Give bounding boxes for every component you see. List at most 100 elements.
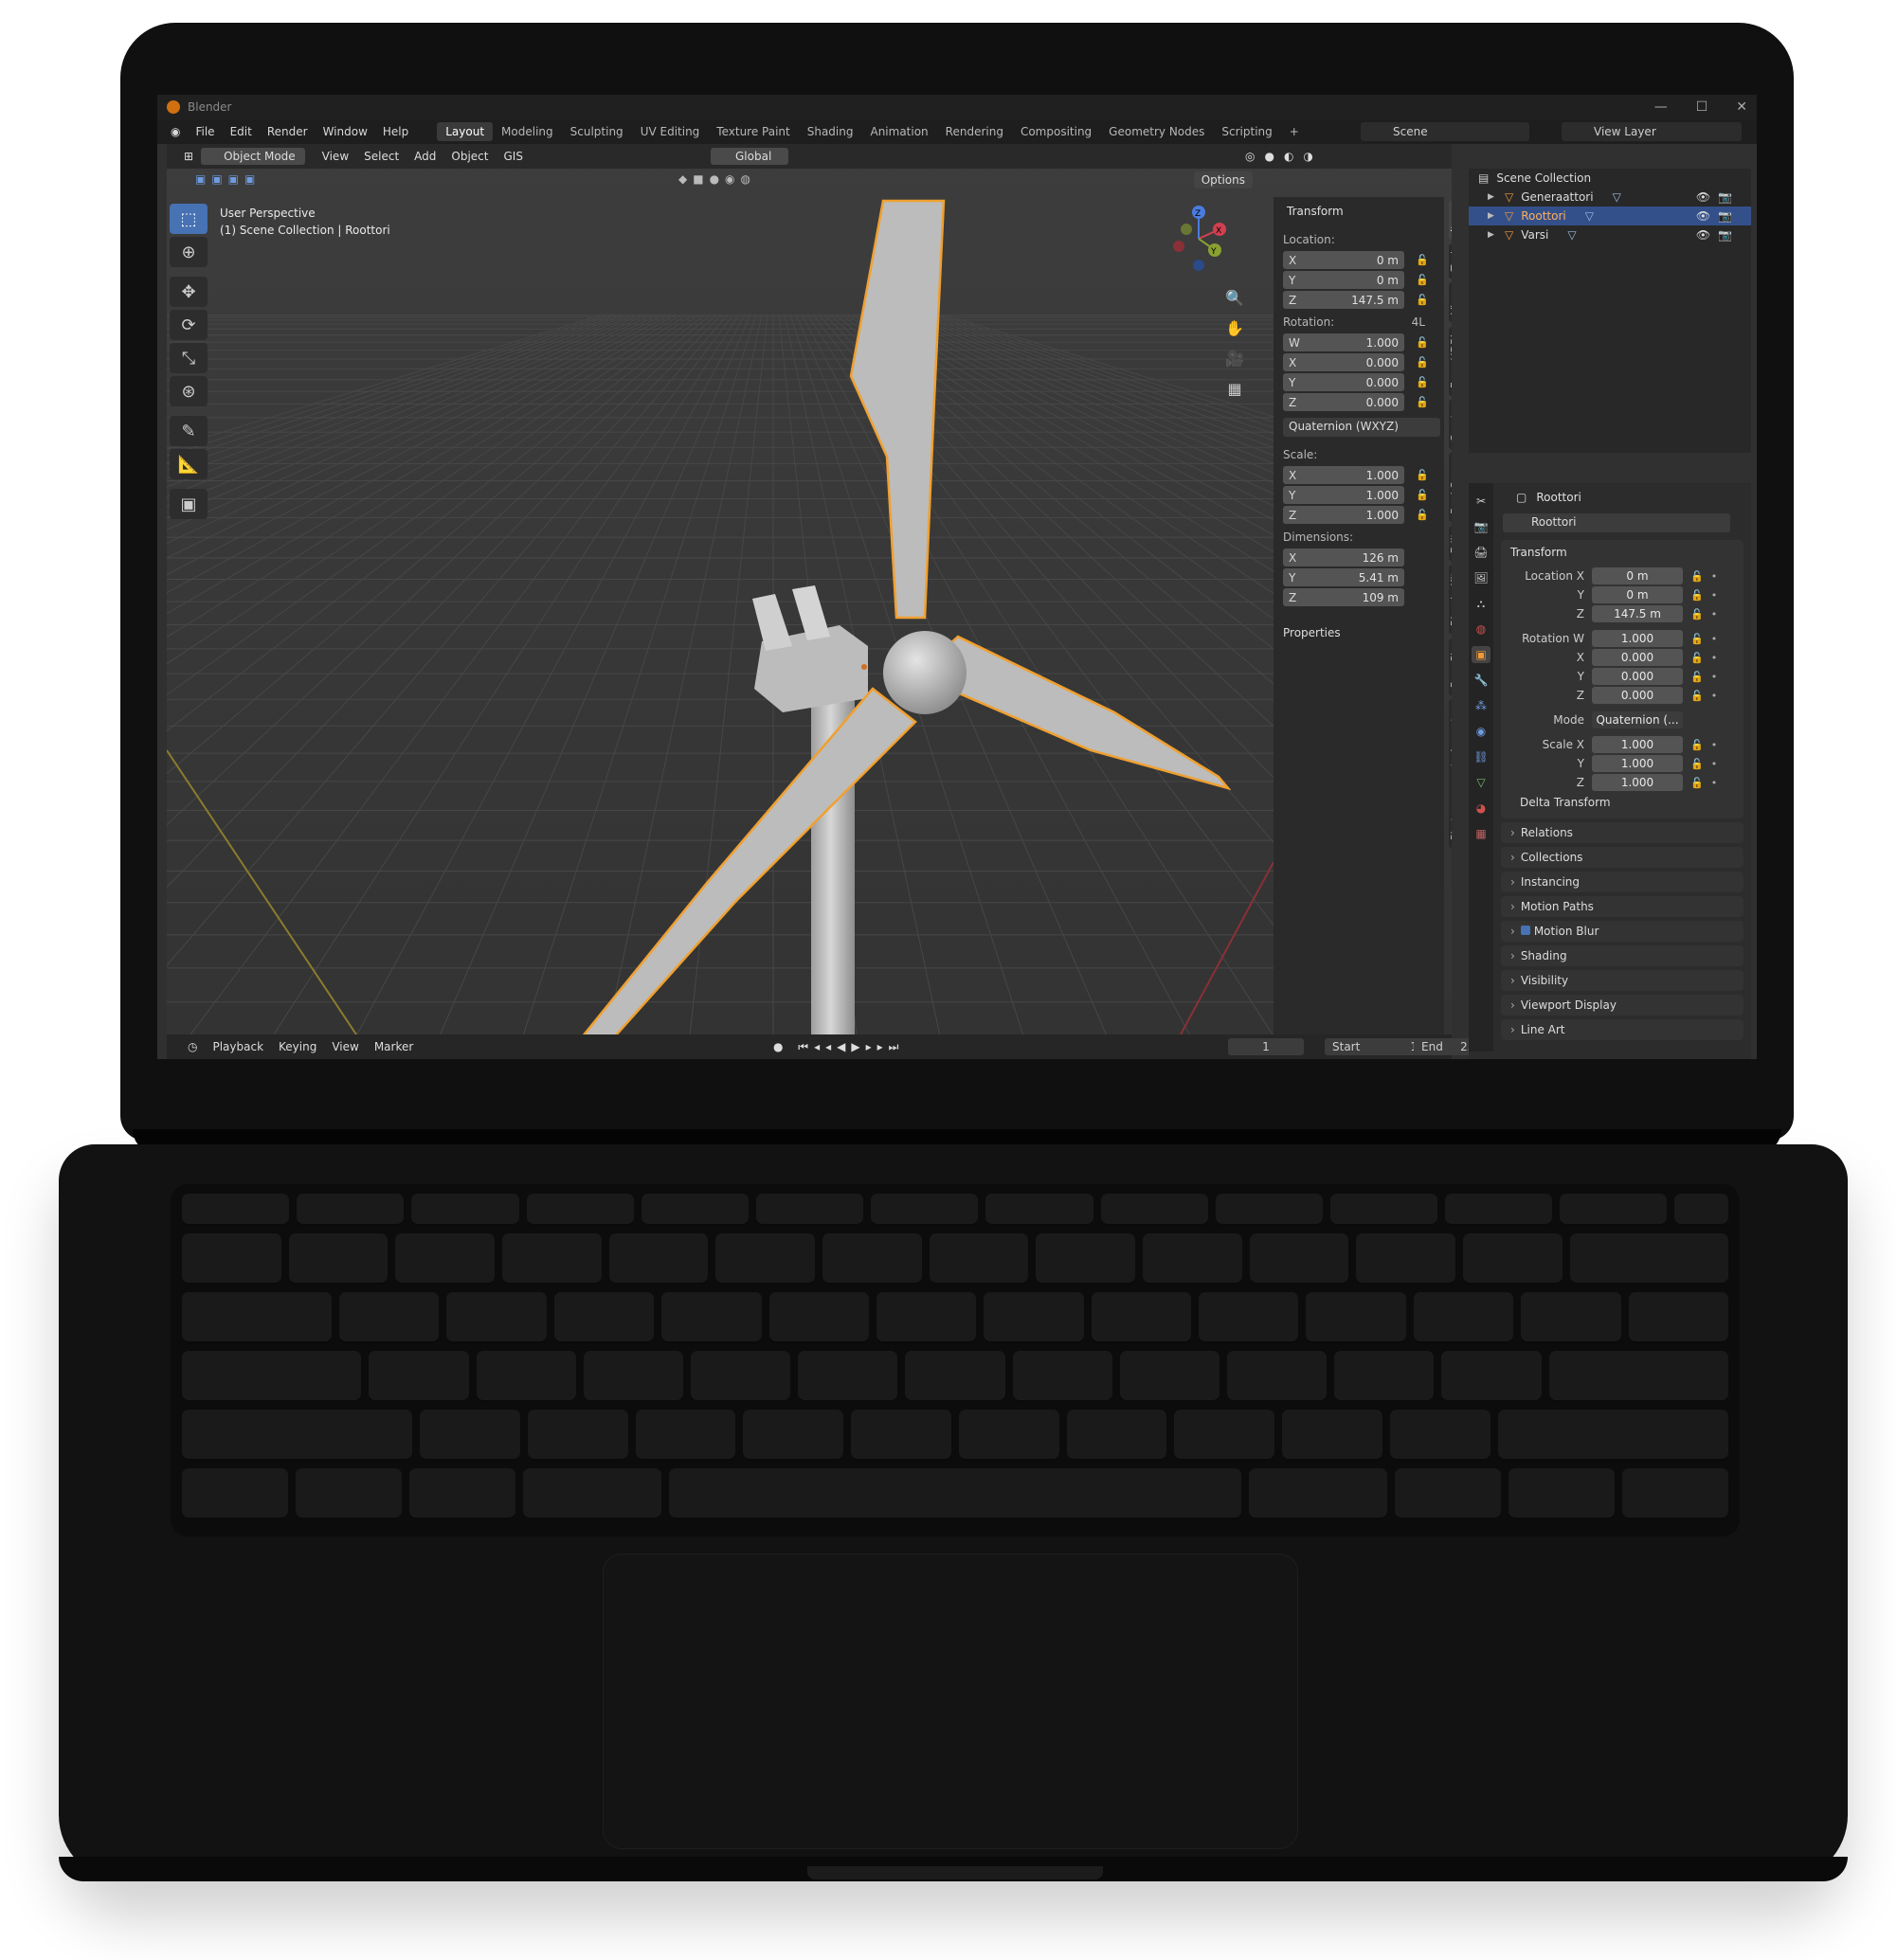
expand-arrow-icon[interactable]: ▶ <box>1488 192 1497 202</box>
close-button[interactable]: ✕ <box>1736 99 1747 115</box>
move-icon[interactable]: ✥ <box>170 277 208 307</box>
sidebar-tab[interactable]: Item <box>1449 201 1452 241</box>
lock-icon[interactable]: 🔓 <box>1416 274 1429 286</box>
viewport-menu-object[interactable]: Object <box>443 148 496 165</box>
lock-icon[interactable]: 🔓 <box>1416 396 1429 408</box>
rotate-icon[interactable]: ⟳ <box>170 310 208 340</box>
timeline-menu-keying[interactable]: Keying <box>271 1040 324 1053</box>
tab-geometry-nodes[interactable]: Geometry Nodes <box>1100 122 1213 141</box>
collapsed-panel[interactable]: › Line Art <box>1501 1019 1743 1040</box>
outliner-scene-collection[interactable]: ▤ Scene Collection <box>1469 169 1751 188</box>
zoom-icon[interactable]: 🔍 <box>1222 286 1247 309</box>
options-button[interactable]: Options <box>1193 171 1253 189</box>
editor-type-icon[interactable]: ⊞ <box>176 148 201 165</box>
rotation-field[interactable]: W 1.000 <box>1283 333 1404 351</box>
keyframe-lock-icon[interactable]: 🔓• <box>1690 589 1725 602</box>
sidebar-tab[interactable]: Tool <box>1449 243 1452 279</box>
add-cube-icon[interactable]: ▣ <box>170 489 208 519</box>
sidebar-tab[interactable]: Create <box>1449 399 1452 450</box>
collapsed-panel[interactable]: › Motion Paths <box>1501 896 1743 917</box>
lock-icon[interactable]: 🔓 <box>1416 376 1429 388</box>
outliner-item[interactable]: ▶ ▽ Varsi ▽ 👁📷 <box>1469 225 1751 244</box>
menu-edit[interactable]: Edit <box>223 125 260 138</box>
current-frame-field[interactable]: 1 <box>1228 1038 1304 1055</box>
dimension-field[interactable]: Y 5.41 m <box>1283 568 1404 586</box>
measure-icon[interactable]: 📐 <box>170 449 208 479</box>
cursor-icon[interactable]: ⊕ <box>170 237 208 267</box>
lock-icon[interactable]: 🔓 <box>1416 469 1429 481</box>
tab-layout[interactable]: Layout <box>437 122 494 141</box>
tab-compositing[interactable]: Compositing <box>1012 122 1100 141</box>
timeline-editor-icon[interactable]: ◷ <box>180 1040 205 1053</box>
object-name-field[interactable]: Roottori <box>1503 513 1730 532</box>
output-tab-icon[interactable]: 🖨 <box>1472 544 1490 561</box>
collapsed-panel[interactable]: › Visibility <box>1501 970 1743 991</box>
collapsed-panel[interactable]: › Relations <box>1501 822 1743 843</box>
visibility-toggle-icon[interactable]: 👁📷 <box>1696 190 1740 204</box>
viewport-menu-view[interactable]: View <box>315 148 356 165</box>
transform-icon[interactable]: ⊛ <box>170 376 208 406</box>
filter-icons[interactable]: ◆■●◉◍ <box>678 172 756 186</box>
tab-sculpting[interactable]: Sculpting <box>562 122 632 141</box>
orientation-selector[interactable]: Global <box>711 148 789 165</box>
keyframe-lock-icon[interactable]: 🔓• <box>1690 633 1725 645</box>
dimension-field[interactable]: Z 109 m <box>1283 588 1404 606</box>
view-layer-tab-icon[interactable]: 🖼 <box>1472 569 1490 586</box>
navigation-gizmo[interactable]: X Z Y <box>1165 201 1232 277</box>
lock-icon[interactable]: 🔓 <box>1416 254 1429 266</box>
rotation-field[interactable]: Z 0.000 <box>1283 393 1404 411</box>
location-value[interactable]: 0 m <box>1592 586 1683 603</box>
select-mode-icons[interactable]: ▣▣▣▣ <box>195 172 261 186</box>
keyframe-lock-icon[interactable]: 🔓• <box>1690 777 1725 789</box>
keyframe-lock-icon[interactable]: 🔓• <box>1690 739 1725 751</box>
location-field[interactable]: Y 0 m <box>1283 271 1404 289</box>
tab-shading[interactable]: Shading <box>799 122 862 141</box>
keyframe-lock-icon[interactable]: 🔓• <box>1690 758 1725 770</box>
npanel-transform-header[interactable]: Transform <box>1279 203 1438 227</box>
tab-animation[interactable]: Animation <box>861 122 936 141</box>
sidebar-tab[interactable]: BlenderKit <box>1449 565 1452 635</box>
constraints-tab-icon[interactable]: ⛓ <box>1472 748 1490 765</box>
tool-tab-icon[interactable]: ✂ <box>1472 493 1490 510</box>
viewport-menu-add[interactable]: Add <box>406 148 443 165</box>
scale-value[interactable]: 1.000 <box>1592 736 1683 753</box>
scale-field[interactable]: Y 1.000 <box>1283 486 1404 504</box>
material-tab-icon[interactable]: ◕ <box>1472 800 1490 817</box>
world-tab-icon[interactable]: ◍ <box>1472 620 1490 638</box>
select-box-icon[interactable]: ⬚ <box>170 204 208 234</box>
3d-viewport[interactable]: ⊞ Object Mode View Select Add Object GIS… <box>167 144 1452 1034</box>
transform-panel-header[interactable]: Transform <box>1501 546 1743 566</box>
pan-hand-icon[interactable]: ✋ <box>1222 316 1247 339</box>
collapsed-panel[interactable]: › Instancing <box>1501 872 1743 892</box>
lock-icon[interactable]: 🔓 <box>1416 509 1429 521</box>
minimize-button[interactable]: — <box>1654 99 1668 115</box>
rotation-value[interactable]: 1.000 <box>1592 630 1683 647</box>
lock-icon[interactable]: 🔓 <box>1416 294 1429 306</box>
maximize-button[interactable]: ☐ <box>1696 99 1708 115</box>
outliner-item[interactable]: ▶ ▽ Roottori ▽ 👁📷 <box>1469 207 1751 225</box>
menu-render[interactable]: Render <box>260 125 316 138</box>
scale-icon[interactable]: ⤡ <box>170 343 208 373</box>
motion-blur-checkbox[interactable] <box>1520 926 1530 935</box>
trackpad[interactable] <box>603 1554 1298 1849</box>
scale-value[interactable]: 1.000 <box>1592 755 1683 772</box>
collapsed-panel[interactable]: › Shading <box>1501 945 1743 966</box>
visibility-toggle-icon[interactable]: 👁📷 <box>1696 209 1740 223</box>
collapsed-panel[interactable]: › Motion Blur <box>1501 921 1743 942</box>
location-field[interactable]: X 0 m <box>1283 251 1404 269</box>
dimension-field[interactable]: X 126 m <box>1283 548 1404 566</box>
render-tab-icon[interactable]: 📷 <box>1472 518 1490 535</box>
location-field[interactable]: Z 147.5 m <box>1283 291 1404 309</box>
lock-icon[interactable]: 🔓 <box>1416 489 1429 501</box>
rotation-value[interactable]: 0.000 <box>1592 668 1683 685</box>
frame-start-field[interactable]: Start 1 <box>1325 1038 1425 1055</box>
menu-window[interactable]: Window <box>316 125 375 138</box>
scale-field[interactable]: Z 1.000 <box>1283 506 1404 524</box>
object-tab-icon[interactable]: ▣ <box>1472 646 1490 663</box>
keyframe-lock-icon[interactable]: 🔓• <box>1690 652 1725 664</box>
tab-scripting[interactable]: Scripting <box>1213 122 1280 141</box>
camera-icon[interactable]: 🎥 <box>1222 347 1247 369</box>
rotation-mode-select[interactable]: Quaternion (... <box>1592 711 1683 728</box>
timeline-menu-marker[interactable]: Marker <box>367 1040 421 1053</box>
tab-uv-editing[interactable]: UV Editing <box>632 122 709 141</box>
